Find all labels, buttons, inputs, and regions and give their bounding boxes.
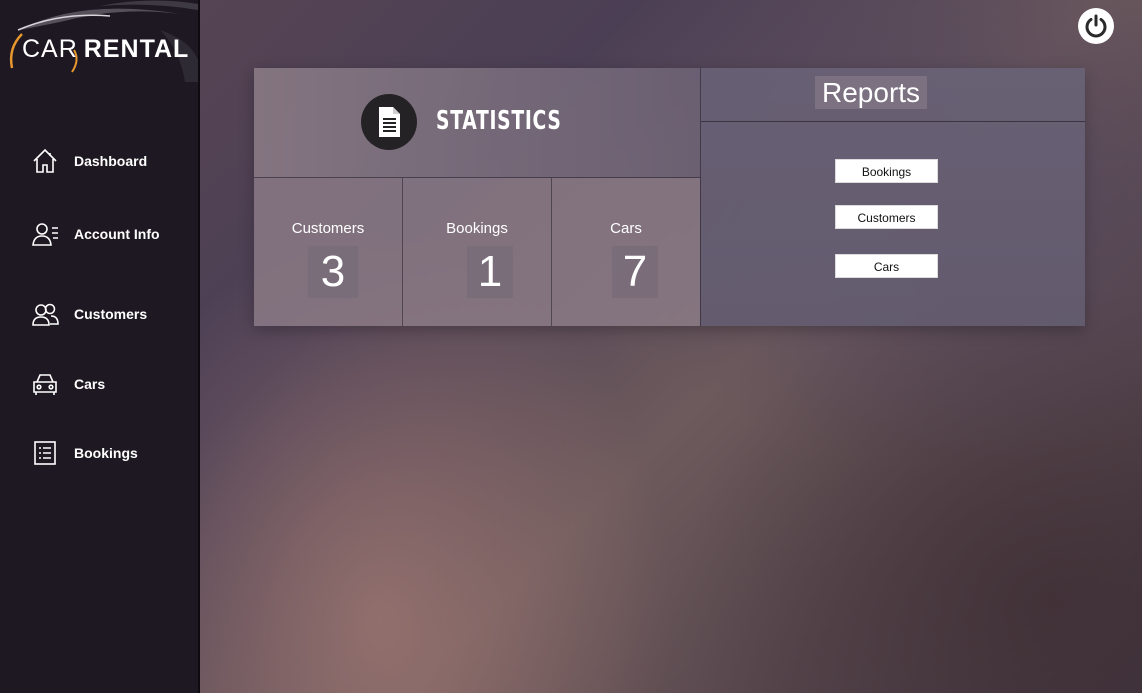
stat-cars: Cars 7 bbox=[552, 178, 701, 326]
car-icon bbox=[30, 369, 60, 399]
sidebar-item-label: Dashboard bbox=[74, 153, 148, 169]
sidebar: CAR RENTAL Dashboard Account Info Custom… bbox=[0, 0, 200, 693]
home-icon bbox=[30, 146, 60, 176]
stat-value: 3 bbox=[308, 246, 358, 298]
stat-label: Customers bbox=[291, 220, 365, 237]
report-bookings-button[interactable]: Bookings bbox=[835, 159, 938, 183]
sidebar-item-cars[interactable]: Cars bbox=[30, 368, 190, 400]
logo-text-car: CAR bbox=[22, 35, 78, 63]
power-icon bbox=[1085, 14, 1107, 38]
logo-text-rental: RENTAL bbox=[83, 35, 190, 63]
account-info-icon bbox=[30, 219, 60, 249]
customers-icon bbox=[30, 299, 60, 329]
report-cars-button[interactable]: Cars bbox=[835, 254, 938, 278]
stat-bookings: Bookings 1 bbox=[403, 178, 552, 326]
stat-label: Bookings bbox=[446, 220, 508, 237]
stat-label: Cars bbox=[610, 220, 642, 237]
report-customers-button[interactable]: Customers bbox=[835, 205, 938, 229]
statistics-title: STATISTICS bbox=[436, 106, 562, 136]
sidebar-item-bookings[interactable]: Bookings bbox=[30, 437, 190, 469]
sidebar-item-customers[interactable]: Customers bbox=[30, 298, 190, 330]
statistics-header: STATISTICS bbox=[254, 68, 700, 178]
sidebar-item-dashboard[interactable]: Dashboard bbox=[30, 145, 190, 177]
sidebar-item-label: Cars bbox=[74, 376, 106, 392]
sidebar-item-label: Account Info bbox=[74, 226, 160, 242]
sidebar-item-account-info[interactable]: Account Info bbox=[30, 218, 190, 250]
bookings-list-icon bbox=[30, 438, 60, 468]
sidebar-item-label: Bookings bbox=[74, 445, 138, 461]
stat-value: 7 bbox=[612, 246, 658, 298]
stat-customers: Customers 3 bbox=[254, 178, 403, 326]
document-icon bbox=[361, 94, 417, 150]
reports-title: Reports bbox=[815, 76, 928, 109]
sidebar-item-label: Customers bbox=[74, 306, 148, 322]
stat-value: 1 bbox=[467, 246, 513, 298]
reports-section: Reports Bookings Customers Cars bbox=[700, 68, 1085, 326]
reports-header: Reports bbox=[701, 68, 1085, 122]
logo: CAR RENTAL bbox=[0, 0, 198, 82]
power-button[interactable] bbox=[1078, 8, 1114, 44]
dashboard-panel: STATISTICS Customers 3 Bookings 1 Cars 7… bbox=[254, 68, 1085, 326]
